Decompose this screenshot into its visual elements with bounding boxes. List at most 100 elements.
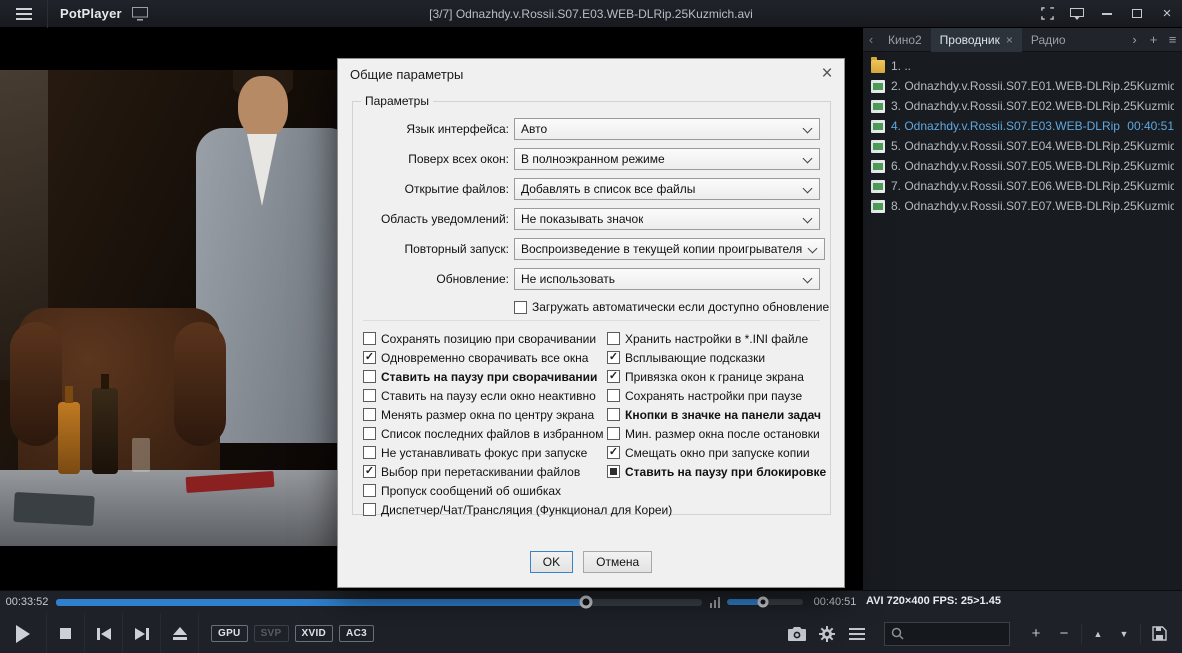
checkbox-row[interactable]: Кнопки в значке на панели задач: [607, 405, 826, 424]
volume-slider[interactable]: [727, 599, 803, 605]
tabs-scroll-left-button[interactable]: ‹: [863, 32, 879, 47]
maximize-button[interactable]: [1122, 0, 1152, 28]
checkbox[interactable]: [363, 446, 376, 459]
checkbox[interactable]: [363, 389, 376, 402]
next-button[interactable]: [123, 613, 161, 653]
playlist-item[interactable]: 4. Odnazhdy.v.Rossii.S07.E03.WEB-DLRip.2…: [863, 116, 1182, 136]
checkbox-label: Выбор при перетаскивании файлов: [381, 465, 580, 479]
tab-close-icon[interactable]: ×: [1006, 33, 1013, 47]
checkbox-row[interactable]: Хранить настройки в *.INI файле: [607, 329, 826, 348]
ok-button[interactable]: OK: [530, 551, 573, 573]
checkbox-label: Пропуск сообщений об ошибках: [381, 484, 561, 498]
volume-icon[interactable]: [710, 597, 720, 608]
checkbox[interactable]: ✓: [607, 370, 620, 383]
checkbox[interactable]: [363, 370, 376, 383]
tabs-scroll-right-button[interactable]: ›: [1125, 32, 1144, 47]
playlist-item[interactable]: 6. Odnazhdy.v.Rossii.S07.E05.WEB-DLRip.2…: [863, 156, 1182, 176]
field-dropdown[interactable]: В полноэкранном режиме: [514, 148, 820, 170]
minimize-button[interactable]: [1092, 0, 1122, 28]
checkbox-row[interactable]: Сохранять позицию при сворачивании: [363, 329, 607, 348]
playlist-search[interactable]: [884, 622, 1010, 646]
save-playlist-button[interactable]: [1144, 619, 1174, 649]
codec-badge-svp[interactable]: SVP: [254, 625, 289, 642]
checkbox[interactable]: [607, 408, 620, 421]
playlist-remove-button[interactable]: −: [1050, 619, 1078, 649]
codec-badge-gpu[interactable]: GPU: [211, 625, 248, 642]
checkbox[interactable]: [363, 503, 376, 516]
play-button[interactable]: [0, 613, 47, 653]
checkbox-row[interactable]: Ставить на паузу при сворачивании: [363, 367, 607, 386]
eject-button[interactable]: [161, 613, 199, 653]
tab-menu-button[interactable]: ≡: [1163, 32, 1182, 47]
pin-screen-button[interactable]: [1062, 0, 1092, 28]
checkbox[interactable]: [363, 484, 376, 497]
playlist-item[interactable]: 3. Odnazhdy.v.Rossii.S07.E02.WEB-DLRip.2…: [863, 96, 1182, 116]
checkbox-row[interactable]: Сохранять настройки при паузе: [607, 386, 826, 405]
dialog-close-button[interactable]: ×: [810, 59, 844, 89]
checkbox-row[interactable]: Менять размер окна по центру экрана: [363, 405, 607, 424]
screenshot-button[interactable]: [782, 619, 812, 649]
settings-button[interactable]: [812, 619, 842, 649]
search-input[interactable]: [909, 627, 1003, 641]
volume-handle[interactable]: [758, 597, 769, 608]
cancel-button[interactable]: Отмена: [583, 551, 652, 573]
checkbox[interactable]: [363, 408, 376, 421]
fullscreen-button[interactable]: [1032, 0, 1062, 28]
seek-bar[interactable]: [56, 599, 702, 606]
dialog-titlebar[interactable]: Общие параметры ×: [338, 59, 844, 89]
checkbox[interactable]: ✓: [607, 446, 620, 459]
checkbox-row[interactable]: Ставить на паузу при блокировке: [607, 462, 826, 481]
stop-button[interactable]: [47, 613, 85, 653]
field-dropdown[interactable]: Не показывать значок: [514, 208, 820, 230]
checkbox[interactable]: ✓: [363, 351, 376, 364]
checkbox-auto-update[interactable]: [514, 301, 527, 314]
playlist-tab[interactable]: Радио: [1022, 28, 1075, 52]
checkbox-row[interactable]: ✓ Выбор при перетаскивании файлов: [363, 462, 607, 481]
checkbox[interactable]: [363, 332, 376, 345]
playlist-tab[interactable]: Кино2: [879, 28, 931, 52]
previous-button[interactable]: [85, 613, 123, 653]
field-label: Язык интерфейса:: [359, 122, 509, 136]
move-up-button[interactable]: ▲: [1085, 619, 1111, 649]
seek-handle[interactable]: [579, 596, 592, 609]
checkbox-row[interactable]: ✓Всплывающие подсказки: [607, 348, 826, 367]
playlist-item[interactable]: 8. Odnazhdy.v.Rossii.S07.E07.WEB-DLRip.2…: [863, 196, 1182, 216]
checkbox-row[interactable]: Диспетчер/Чат/Трансляция (Функционал для…: [363, 500, 607, 519]
codec-badge-xvid[interactable]: XVID: [295, 625, 334, 642]
checkbox[interactable]: [363, 427, 376, 440]
field-dropdown[interactable]: Добавлять в список все файлы: [514, 178, 820, 200]
playlist-item[interactable]: 7. Odnazhdy.v.Rossii.S07.E06.WEB-DLRip.2…: [863, 176, 1182, 196]
move-down-button[interactable]: ▼: [1111, 619, 1137, 649]
auto-update-checkbox-row[interactable]: Загружать автоматически если доступно об…: [514, 300, 830, 314]
codec-badge-ac3[interactable]: AC3: [339, 625, 374, 642]
add-tab-button[interactable]: +: [1144, 32, 1163, 47]
checkbox[interactable]: [607, 332, 620, 345]
playlist-item[interactable]: 5. Odnazhdy.v.Rossii.S07.E04.WEB-DLRip.2…: [863, 136, 1182, 156]
playlist-toggle-button[interactable]: [842, 619, 872, 649]
field-dropdown[interactable]: Авто: [514, 118, 820, 140]
checkbox[interactable]: ✓: [363, 465, 376, 478]
checkbox[interactable]: [607, 389, 620, 402]
playlist-item[interactable]: 2. Odnazhdy.v.Rossii.S07.E01.WEB-DLRip.2…: [863, 76, 1182, 96]
checkbox[interactable]: [607, 427, 620, 440]
checkbox-row[interactable]: Ставить на паузу если окно неактивно: [363, 386, 607, 405]
playlist-add-button[interactable]: +: [1022, 619, 1050, 649]
checkbox-label: Ставить на паузу при блокировке: [625, 465, 826, 479]
main-menu-button[interactable]: [0, 0, 48, 28]
checkbox-row[interactable]: Пропуск сообщений об ошибках: [363, 481, 607, 500]
checkbox[interactable]: [607, 465, 620, 478]
field-dropdown[interactable]: Не использовать: [514, 268, 820, 290]
close-button[interactable]: ×: [1152, 0, 1182, 28]
hamburger-icon: [16, 5, 32, 23]
checkbox-row[interactable]: ✓Смещать окно при запуске копии: [607, 443, 826, 462]
checkbox-row[interactable]: Не устанавливать фокус при запуске: [363, 443, 607, 462]
screen-mode-button[interactable]: [132, 7, 148, 21]
checkbox-row[interactable]: Список последних файлов в избранном: [363, 424, 607, 443]
checkbox-row[interactable]: ✓Привязка окон к границе экрана: [607, 367, 826, 386]
playlist-tab[interactable]: Проводник×: [931, 28, 1022, 52]
playlist-item[interactable]: 1. ..: [863, 56, 1182, 76]
checkbox-row[interactable]: ✓Одновременно сворачивать все окна: [363, 348, 607, 367]
field-dropdown[interactable]: Воспроизведение в текущей копии проигрыв…: [514, 238, 825, 260]
checkbox[interactable]: ✓: [607, 351, 620, 364]
checkbox-row[interactable]: Мин. размер окна после остановки: [607, 424, 826, 443]
